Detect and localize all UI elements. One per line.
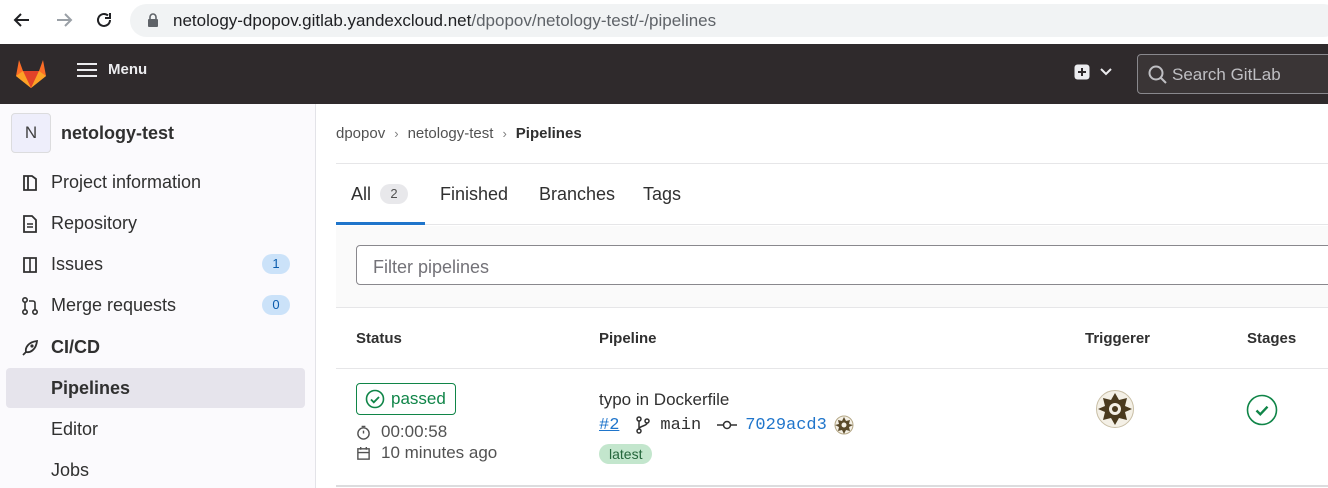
sidebar-subitem-editor[interactable]: Editor [6, 409, 305, 449]
gitlab-header: Menu Search GitLab [0, 44, 1328, 104]
sidebar-item-cicd[interactable]: CI/CD [0, 327, 316, 367]
project-name: netology-test [61, 122, 175, 143]
reload-button[interactable] [92, 8, 116, 32]
sidebar-item-project-information[interactable]: Project information [0, 162, 316, 202]
column-header-triggerer: Triggerer [1085, 330, 1151, 347]
hamburger-icon [77, 62, 97, 77]
sidebar-item-issues[interactable]: Issues 1 [0, 244, 316, 284]
pipeline-refs: #2 main 7029acd3 [599, 415, 854, 435]
arrow-right-icon [57, 13, 73, 27]
back-button[interactable] [10, 8, 34, 32]
chevron-down-icon [1100, 68, 1112, 76]
gitlab-logo[interactable] [14, 57, 48, 94]
latest-badge: latest [599, 444, 653, 464]
status-label: passed [391, 389, 446, 408]
sidebar-subitem-label: Editor [51, 419, 99, 439]
filter-bar: Filter pipelines [336, 226, 1328, 308]
address-bar[interactable]: netology-dpopov.gitlab.yandexcloud.net/d… [130, 4, 1328, 37]
tab-finished[interactable]: Finished [440, 184, 508, 205]
merge-requests-count-badge: 0 [262, 295, 290, 315]
sidebar-item-label: Issues [51, 253, 104, 274]
arrow-left-icon [13, 13, 29, 27]
sidebar-item-label: CI/CD [51, 336, 100, 357]
new-dropdown-button[interactable] [1074, 64, 1112, 80]
forward-button[interactable] [52, 8, 76, 32]
merge-request-icon [21, 296, 39, 316]
issues-icon [23, 257, 37, 273]
calendar-icon [357, 446, 370, 460]
pipeline-tabs: All 2 Finished Branches Tags [336, 164, 1328, 225]
sidebar-item-label: Repository [51, 212, 138, 233]
finished-text: 10 minutes ago [381, 443, 498, 462]
lock-icon [148, 13, 158, 27]
project-icon [23, 175, 37, 191]
sidebar-subitem-label: Pipelines [51, 378, 131, 398]
sidebar-item-label: Project information [51, 171, 202, 192]
sidebar-item-label: Merge requests [51, 294, 177, 315]
chevron-right-icon: › [502, 126, 507, 141]
divider [336, 485, 1328, 487]
main-content: dpopov › netology-test › Pipelines All 2 … [316, 104, 1328, 488]
url-text: netology-dpopov.gitlab.yandexcloud.net/d… [173, 11, 716, 31]
doc-icon [23, 215, 37, 233]
filter-placeholder: Filter pipelines [373, 257, 490, 277]
check-circle-icon [365, 389, 385, 409]
column-header-stages: Stages [1247, 330, 1297, 347]
pipeline-duration: 00:00:58 [356, 422, 447, 442]
commit-icon [717, 420, 738, 430]
search-placeholder: Search GitLab [1172, 65, 1281, 84]
tab-branches[interactable]: Branches [539, 184, 615, 205]
filter-pipelines-input[interactable]: Filter pipelines [356, 245, 1328, 285]
pipeline-commit-title[interactable]: typo in Dockerfile [599, 390, 729, 410]
menu-label: Menu [108, 61, 148, 78]
reload-icon [97, 12, 111, 27]
project-avatar: N [11, 113, 51, 153]
sidebar-subitem-label: Jobs [51, 460, 90, 480]
search-icon [1148, 65, 1167, 84]
stage-status-button[interactable] [1246, 394, 1278, 431]
breadcrumb: dpopov › netology-test › Pipelines [336, 125, 582, 142]
divider [336, 368, 1328, 369]
gitlab-logo-icon [16, 60, 46, 88]
duration-text: 00:00:58 [381, 422, 448, 441]
pipeline-commit-sha[interactable]: 7029acd3 [745, 416, 827, 435]
column-header-pipeline: Pipeline [599, 330, 657, 347]
pipeline-id-link[interactable]: #2 [599, 416, 619, 435]
branch-icon [636, 416, 651, 434]
url-path: /dpopov/netology-test/-/pipelines [471, 11, 717, 30]
tab-tags[interactable]: Tags [643, 184, 681, 205]
avatar-identicon-icon [1096, 390, 1134, 428]
tab-label: All [351, 184, 372, 204]
sidebar-subitem-jobs[interactable]: Jobs [6, 450, 305, 488]
check-circle-icon [1246, 394, 1278, 426]
chevron-right-icon: › [394, 126, 399, 141]
breadcrumb-item[interactable]: dpopov [336, 125, 385, 142]
rocket-icon [22, 339, 39, 356]
breadcrumb-item[interactable]: netology-test [408, 125, 494, 142]
pipeline-branch[interactable]: main [660, 416, 701, 435]
triggerer-avatar[interactable] [1096, 390, 1134, 433]
timer-icon [357, 425, 370, 440]
sidebar-subitem-pipelines[interactable]: Pipelines [6, 368, 305, 408]
sidebar-item-merge-requests[interactable]: Merge requests 0 [0, 285, 316, 325]
search-input[interactable]: Search GitLab [1137, 54, 1328, 94]
plus-square-icon [1074, 64, 1090, 80]
menu-button[interactable]: Menu [76, 61, 147, 78]
tab-count-badge: 2 [380, 184, 409, 204]
column-header-status: Status [356, 330, 402, 347]
sidebar: N netology-test Project information Repo… [0, 104, 316, 488]
sidebar-item-repository[interactable]: Repository [0, 203, 316, 243]
pipeline-finished-time: 10 minutes ago [356, 443, 497, 463]
issues-count-badge: 1 [262, 254, 290, 274]
sidebar-project[interactable]: N netology-test [11, 113, 174, 153]
tab-all[interactable]: All 2 [351, 184, 409, 205]
breadcrumb-current[interactable]: Pipelines [516, 125, 582, 142]
active-tab-indicator [336, 222, 425, 225]
status-badge[interactable]: passed [356, 383, 456, 415]
commit-author-avatar[interactable] [834, 415, 854, 435]
url-host: netology-dpopov.gitlab.yandexcloud.net [173, 11, 472, 30]
browser-toolbar: netology-dpopov.gitlab.yandexcloud.net/d… [0, 0, 1328, 40]
